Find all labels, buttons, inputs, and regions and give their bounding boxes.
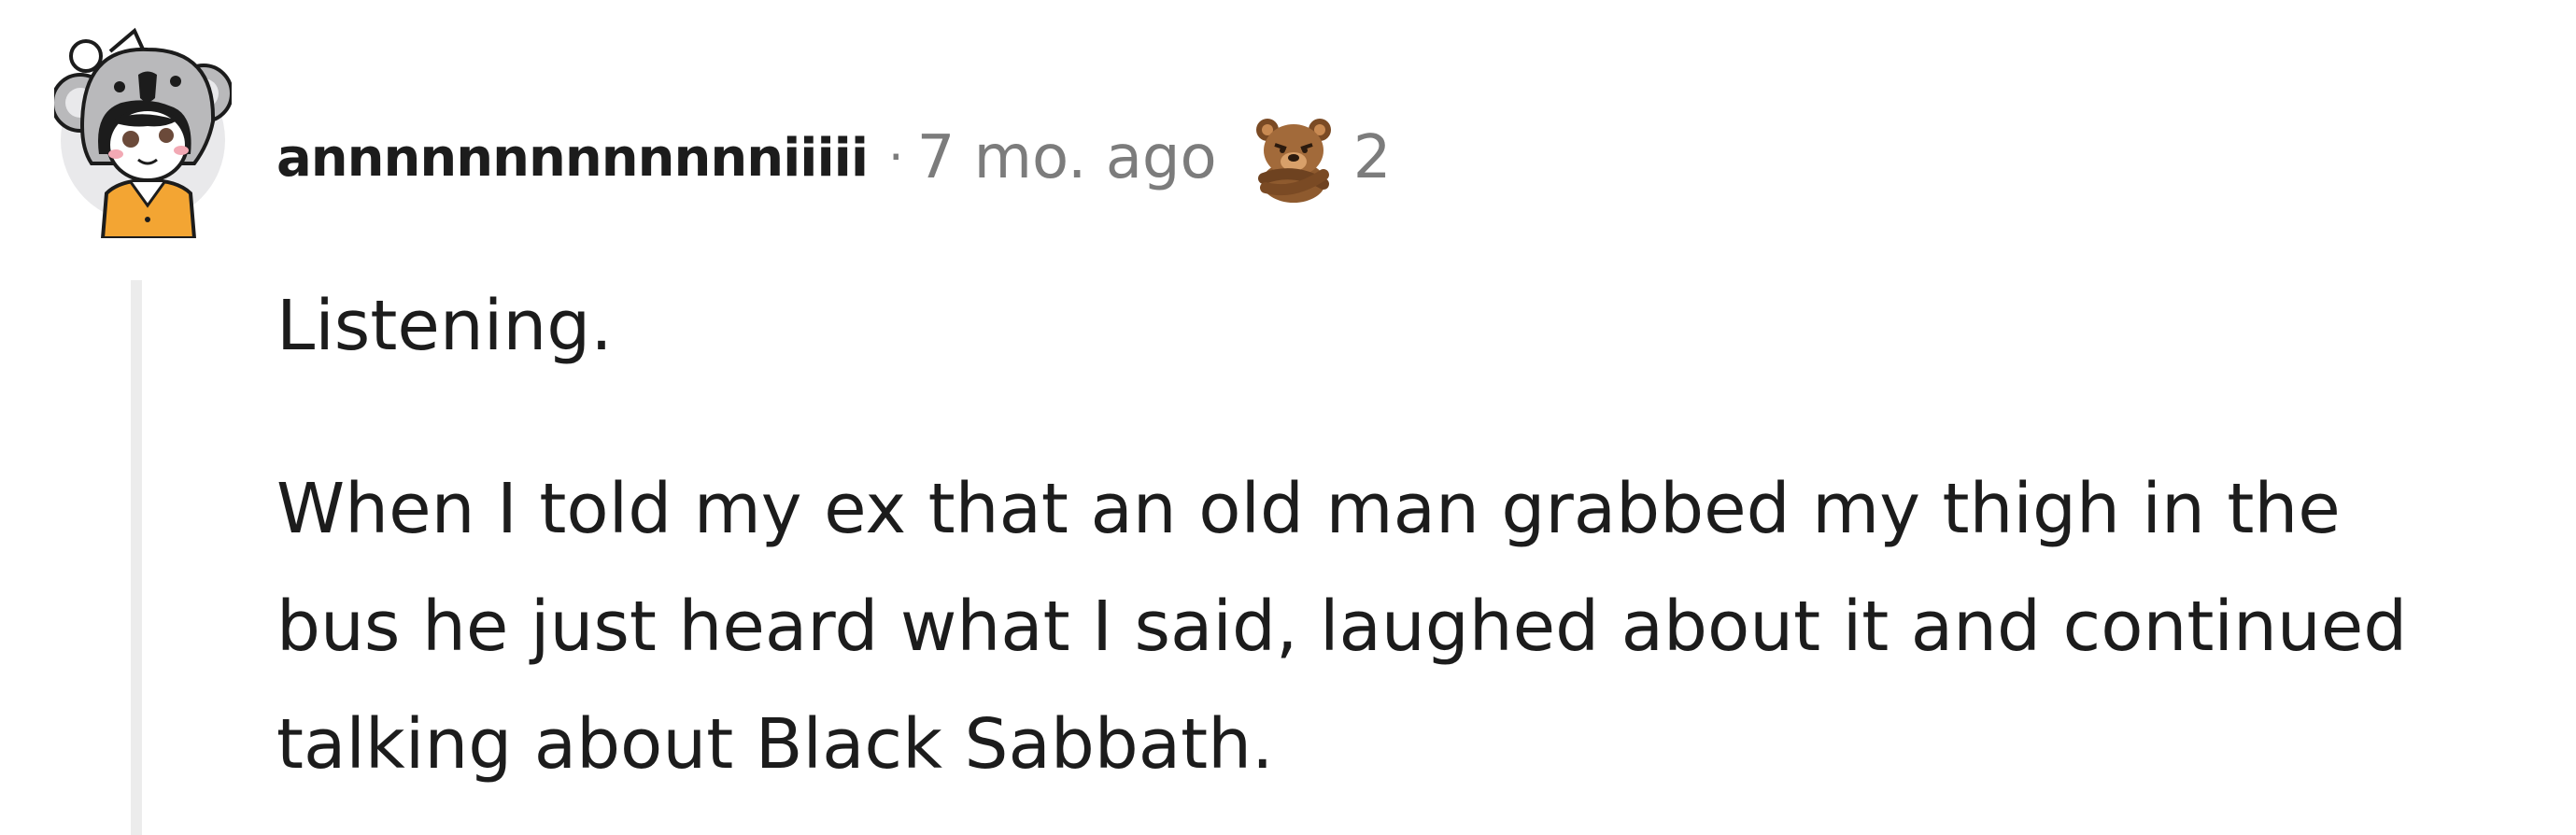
- timestamp[interactable]: 7 mo. ago: [917, 123, 1217, 192]
- comment-paragraph: When I told my ex that an old man grabbe…: [276, 469, 2408, 785]
- comment: annnnnnnnnnnnniiiii · 7 mo. ago 2 Listen…: [0, 0, 2576, 835]
- award-count: 2: [1352, 123, 1392, 192]
- username-link[interactable]: annnnnnnnnnnnniiiii: [276, 128, 869, 189]
- comment-body: Listening. When I told my ex that an old…: [276, 267, 2425, 803]
- koala-avatar-icon: [54, 27, 232, 238]
- comment-paragraph: Listening.: [276, 286, 613, 366]
- thread-line[interactable]: [131, 280, 142, 835]
- avatar[interactable]: [54, 23, 232, 238]
- comment-meta: annnnnnnnnnnnniiiii · 7 mo. ago 2: [276, 113, 1392, 203]
- bear-award-icon[interactable]: [1249, 113, 1338, 203]
- meta-separator: ·: [888, 130, 904, 186]
